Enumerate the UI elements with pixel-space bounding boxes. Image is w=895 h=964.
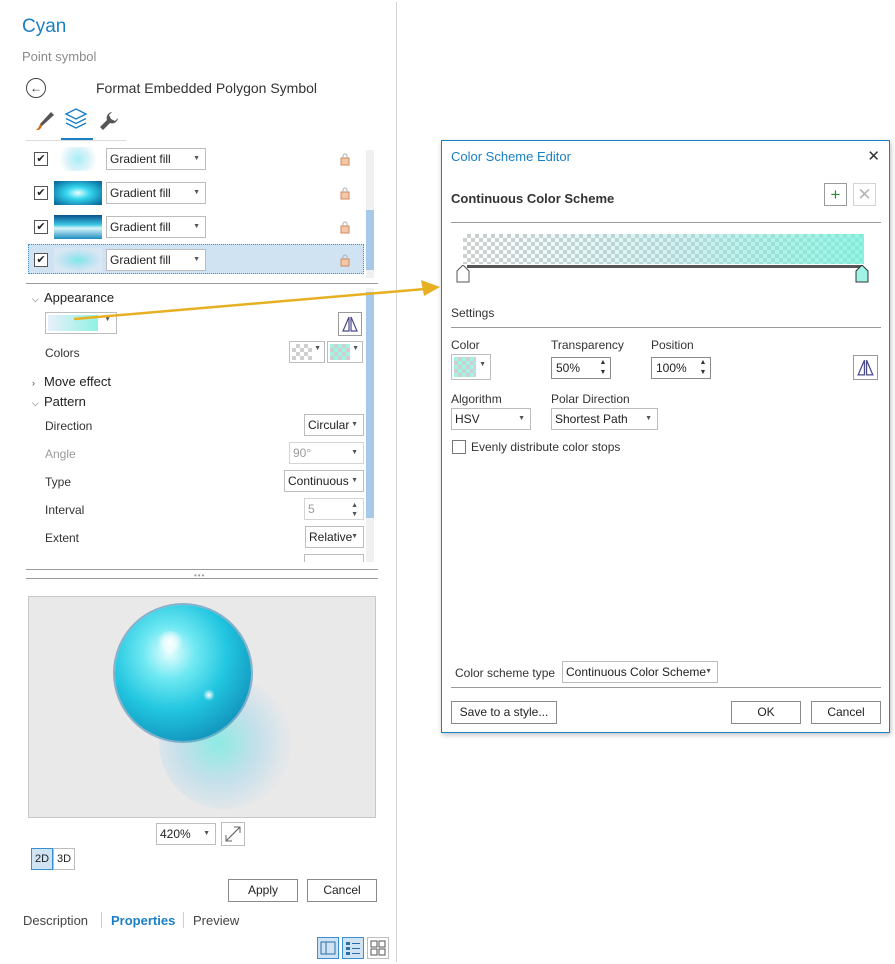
- dialog-cancel-button[interactable]: Cancel: [811, 701, 881, 724]
- symbol-title: Cyan: [22, 16, 67, 37]
- brush-icon[interactable]: [32, 108, 58, 134]
- polar-direction-label: Polar Direction: [551, 392, 630, 406]
- move-effect-section-header[interactable]: › Move effect: [32, 374, 111, 389]
- view-3d-button[interactable]: 3D: [53, 848, 75, 870]
- evenly-distribute-label: Evenly distribute color stops: [471, 440, 621, 454]
- layers-scrollbar[interactable]: [366, 150, 374, 278]
- algorithm-label: Algorithm: [451, 392, 502, 406]
- transparency-label: Transparency: [551, 338, 624, 352]
- layer-swatch: [54, 215, 102, 239]
- back-icon[interactable]: ←: [26, 78, 46, 98]
- save-to-style-button[interactable]: Save to a style...: [451, 701, 557, 724]
- apply-button[interactable]: Apply: [228, 879, 298, 902]
- properties-scrollbar[interactable]: [366, 288, 374, 562]
- color-stop-end[interactable]: [855, 264, 869, 283]
- flip-icon[interactable]: [853, 355, 878, 380]
- symbol-subtitle: Point symbol: [22, 49, 97, 64]
- colors-label: Colors: [45, 346, 80, 360]
- fill-type-dropdown[interactable]: Gradient fill ▼: [106, 249, 206, 271]
- layer-visibility-checkbox[interactable]: ✔: [34, 152, 48, 166]
- color2-picker[interactable]: ▼: [327, 341, 363, 363]
- layer-visibility-checkbox[interactable]: ✔: [34, 253, 48, 267]
- pane-title: Format Embedded Polygon Symbol: [96, 80, 317, 96]
- layer-row[interactable]: ✔ Gradient fill ▼: [28, 212, 364, 242]
- lock-icon[interactable]: [338, 253, 352, 267]
- color-scheme-editor-dialog: Color Scheme Editor ✕ Continuous Color S…: [441, 140, 890, 733]
- lock-icon[interactable]: [338, 186, 352, 200]
- wrench-icon[interactable]: [96, 108, 122, 134]
- layer-swatch: [54, 248, 102, 272]
- layers-scroll-thumb[interactable]: [366, 210, 374, 270]
- fill-type-dropdown[interactable]: Gradient fill ▼: [106, 182, 206, 204]
- position-stepper[interactable]: 100% ▲ ▼: [651, 357, 711, 379]
- zoom-fit-icon[interactable]: [221, 822, 245, 846]
- close-icon[interactable]: ✕: [867, 147, 880, 165]
- ok-button[interactable]: OK: [731, 701, 801, 724]
- grid-view-icon[interactable]: [367, 937, 389, 959]
- fill-type-dropdown[interactable]: Gradient fill ▼: [106, 148, 206, 170]
- flip-scheme-button[interactable]: [338, 312, 362, 336]
- layer-visibility-checkbox[interactable]: ✔: [34, 186, 48, 200]
- type-label: Type: [45, 475, 72, 489]
- transparency-stepper[interactable]: 50% ▲ ▼: [551, 357, 611, 379]
- scheme-type-dropdown[interactable]: Continuous Color Scheme ▼: [562, 661, 718, 683]
- appearance-section-header[interactable]: ⌵ Appearance: [32, 290, 114, 305]
- color1-picker[interactable]: ▼: [289, 341, 325, 363]
- algorithm-dropdown[interactable]: HSV ▼: [451, 408, 531, 430]
- color-scheme-dropdown[interactable]: ▼: [45, 312, 117, 334]
- polar-direction-dropdown[interactable]: Shortest Path ▼: [551, 408, 658, 430]
- extent-dropdown[interactable]: Relative ▼: [305, 526, 364, 548]
- remove-stop-icon: ✕: [853, 183, 876, 206]
- settings-label: Settings: [451, 306, 495, 320]
- interval-label: Interval: [45, 503, 85, 517]
- layer-row-selected[interactable]: ✔ Gradient fill ▼: [28, 244, 364, 274]
- layer-swatch: [54, 181, 102, 205]
- properties-scroll-thumb[interactable]: [366, 292, 374, 518]
- symbology-pane: Cyan Point symbol ← Format Embedded Poly…: [2, 2, 397, 962]
- evenly-distribute-checkbox[interactable]: [452, 440, 466, 454]
- scheme-heading: Continuous Color Scheme: [451, 191, 615, 206]
- layer-swatch: [54, 147, 102, 171]
- dialog-title: Color Scheme Editor: [451, 149, 571, 164]
- interval-stepper: 5 ▲ ▼: [304, 498, 364, 520]
- sphere-symbol: [115, 605, 251, 741]
- lock-icon[interactable]: [338, 220, 352, 234]
- angle-label: Angle: [45, 447, 76, 461]
- zoom-dropdown[interactable]: 420% ▼: [156, 823, 216, 845]
- extent-label: Extent: [45, 531, 80, 545]
- pattern-section-header[interactable]: ⌵ Pattern: [32, 394, 86, 409]
- layers-icon[interactable]: [63, 106, 89, 132]
- list-view-icon[interactable]: [342, 937, 364, 959]
- layer-row[interactable]: ✔ Gradient fill ▼: [28, 144, 364, 174]
- direction-dropdown[interactable]: Circular ▼: [304, 414, 364, 436]
- stop-track[interactable]: [467, 265, 862, 268]
- lock-icon[interactable]: [338, 152, 352, 166]
- add-stop-icon[interactable]: +: [824, 183, 847, 206]
- tab-description[interactable]: Description: [23, 913, 88, 928]
- position-label: Position: [651, 338, 694, 352]
- scheme-type-label: Color scheme type: [455, 666, 556, 680]
- cancel-button[interactable]: Cancel: [307, 879, 377, 902]
- tab-properties[interactable]: Properties: [111, 913, 175, 928]
- direction-label: Direction: [45, 419, 93, 433]
- gradient-ramp[interactable]: [463, 234, 864, 264]
- symbol-preview: [28, 596, 376, 818]
- layer-row[interactable]: ✔ Gradient fill ▼: [28, 178, 364, 208]
- angle-input: 90° ▼: [289, 442, 364, 464]
- type-dropdown[interactable]: Continuous ▼: [284, 470, 364, 492]
- tab-preview[interactable]: Preview: [193, 913, 239, 928]
- fill-type-dropdown[interactable]: Gradient fill ▼: [106, 216, 206, 238]
- view-2d-button[interactable]: 2D: [31, 848, 53, 870]
- color-stop-start[interactable]: [456, 264, 470, 283]
- layer-visibility-checkbox[interactable]: ✔: [34, 220, 48, 234]
- color-label: Color: [451, 338, 480, 352]
- stop-color-picker[interactable]: ▼: [451, 354, 491, 380]
- gallery-view-icon[interactable]: [317, 937, 339, 959]
